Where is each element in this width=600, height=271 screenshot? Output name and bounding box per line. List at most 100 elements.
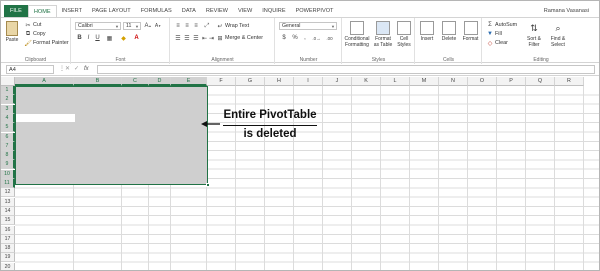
row-header-14[interactable]: 14 [1, 206, 15, 216]
tab-formulas[interactable]: FORMULAS [136, 5, 177, 17]
format-painter-button[interactable]: Format Painter [33, 40, 69, 46]
tab-powerpivot[interactable]: POWERPIVOT [291, 5, 339, 17]
tab-review[interactable]: REVIEW [201, 5, 233, 17]
delete-button[interactable]: Delete [439, 21, 459, 42]
column-header-j[interactable]: J [323, 77, 352, 86]
wrap-text-button[interactable]: Wrap Text [225, 23, 249, 29]
fill-button[interactable]: Fill [495, 31, 502, 37]
autosum-button[interactable]: AutoSum [495, 22, 517, 28]
align-right-icon[interactable]: ☰ [192, 34, 200, 42]
merge-center-button[interactable]: Merge & Center [225, 35, 263, 41]
currency-icon[interactable]: $ [280, 34, 288, 42]
row-header-7[interactable]: 7 [1, 141, 15, 151]
borders-icon[interactable]: ▦ [105, 34, 114, 42]
cell-styles-button[interactable]: Cell Styles [395, 21, 413, 48]
column-header-p[interactable]: P [497, 77, 526, 86]
fill-handle[interactable] [206, 183, 210, 187]
row-header-19[interactable]: 19 [1, 253, 15, 263]
column-header-m[interactable]: M [410, 77, 439, 86]
grow-font-icon[interactable]: A ▲ [144, 22, 152, 30]
row-header-17[interactable]: 17 [1, 234, 15, 244]
column-header-l[interactable]: L [381, 77, 410, 86]
column-header-k[interactable]: K [352, 77, 381, 86]
column-header-g[interactable]: G [236, 77, 265, 86]
column-header-q[interactable]: Q [526, 77, 555, 86]
column-header-h[interactable]: H [265, 77, 294, 86]
fill-color-icon[interactable]: ◆ [119, 34, 128, 42]
row-header-11[interactable]: 11 [1, 179, 15, 188]
column-header-b[interactable]: B [74, 77, 122, 86]
enter-icon[interactable]: ✓ [74, 65, 79, 74]
cut-button[interactable]: Cut [33, 22, 41, 28]
decrease-indent-icon[interactable]: ⇤ [201, 34, 208, 42]
align-center-icon[interactable]: ☰ [183, 34, 191, 42]
column-header-d[interactable]: D [149, 77, 171, 86]
column-header-o[interactable]: O [468, 77, 497, 86]
active-cell[interactable] [16, 114, 75, 122]
tab-file[interactable]: FILE [4, 5, 28, 17]
insert-button[interactable]: Insert [418, 21, 436, 42]
paste-button[interactable]: Paste [4, 21, 20, 43]
align-bottom-icon[interactable]: ≡ [192, 22, 200, 30]
insert-function-icon[interactable]: fx [84, 65, 89, 74]
find-select-button[interactable]: ⌕ Find & Select [547, 21, 569, 48]
tab-home[interactable]: HOME [27, 5, 57, 17]
increase-indent-icon[interactable]: ⇥ [208, 34, 215, 42]
format-button[interactable]: Format [461, 21, 480, 42]
row-header-10[interactable]: 10 [1, 169, 15, 179]
row-header-20[interactable]: 20 [1, 262, 15, 270]
conditional-formatting-button[interactable]: Conditional Formatting [344, 21, 370, 48]
name-box[interactable]: A4 [6, 65, 54, 74]
column-header-e[interactable]: E [171, 77, 207, 86]
row-header-4[interactable]: 4 [1, 113, 15, 123]
row-header-1[interactable]: 1 [1, 86, 15, 95]
align-top-icon[interactable]: ≡ [174, 22, 182, 30]
column-header-r[interactable]: R [555, 77, 584, 86]
font-color-icon[interactable]: A [132, 34, 141, 42]
sort-filter-button[interactable]: ⇅ Sort & Filter [523, 21, 545, 48]
align-middle-icon[interactable]: ≡ [183, 22, 191, 30]
row-header-8[interactable]: 8 [1, 151, 15, 161]
row-header-3[interactable]: 3 [1, 104, 15, 114]
formula-input[interactable] [97, 65, 595, 74]
align-left-icon[interactable]: ☰ [174, 34, 182, 42]
select-all-corner[interactable] [1, 77, 15, 86]
copy-button[interactable]: Copy [33, 31, 46, 37]
orientation-icon[interactable]: ⤢ [203, 22, 211, 30]
column-header-f[interactable]: F [207, 77, 236, 86]
row-header-12[interactable]: 12 [1, 188, 15, 198]
bold-icon[interactable]: B [76, 34, 83, 42]
comma-icon[interactable]: , [301, 34, 309, 42]
column-header-a[interactable]: A [15, 77, 74, 86]
user-name[interactable]: Ramana Vasanasi [544, 5, 589, 17]
tab-data[interactable]: DATA [177, 5, 201, 17]
row-header-16[interactable]: 16 [1, 225, 15, 235]
row-header-5[interactable]: 5 [1, 123, 15, 133]
italic-icon[interactable]: I [85, 34, 92, 42]
column-header-n[interactable]: N [439, 77, 468, 86]
format-as-table-button[interactable]: Format as Table [372, 21, 394, 48]
row-header-6[interactable]: 6 [1, 132, 15, 142]
selected-range[interactable] [15, 86, 208, 185]
decrease-decimal-icon[interactable]: .00 [324, 34, 335, 42]
underline-icon[interactable]: U [94, 34, 101, 42]
tab-inquire[interactable]: INQUIRE [257, 5, 290, 17]
tab-insert[interactable]: INSERT [57, 5, 87, 17]
tab-view[interactable]: VIEW [233, 5, 257, 17]
row-header-15[interactable]: 15 [1, 216, 15, 226]
column-header-i[interactable]: I [294, 77, 323, 86]
number-format-select[interactable]: General ▼ [279, 22, 337, 30]
row-header-9[interactable]: 9 [1, 160, 15, 170]
shrink-font-icon[interactable]: A ▼ [154, 22, 162, 30]
column-header-c[interactable]: C [122, 77, 149, 86]
clear-button[interactable]: Clear [495, 40, 508, 46]
row-header-2[interactable]: 2 [1, 95, 15, 105]
row-header-13[interactable]: 13 [1, 197, 15, 207]
font-size-select[interactable]: 11 ▼ [123, 22, 141, 30]
percent-icon[interactable]: % [291, 34, 299, 42]
font-name-select[interactable]: Calibri ▼ [75, 22, 121, 30]
tab-page-layout[interactable]: PAGE LAYOUT [87, 5, 136, 17]
cancel-icon[interactable]: ✕ [65, 65, 70, 74]
row-header-18[interactable]: 18 [1, 244, 15, 254]
increase-decimal-icon[interactable]: .0→ [311, 34, 322, 42]
